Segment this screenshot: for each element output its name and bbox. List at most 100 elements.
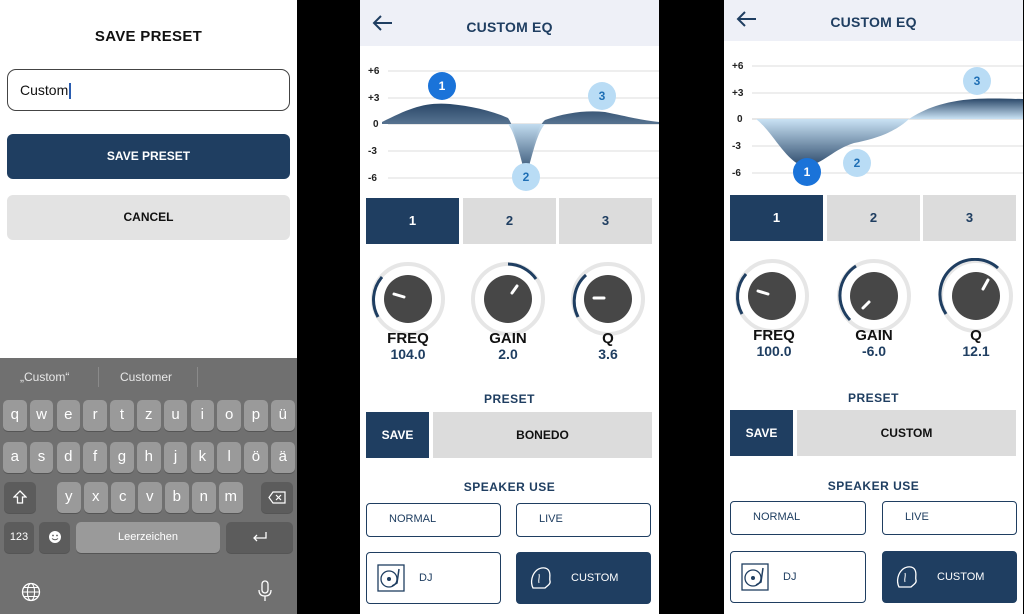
save-preset-button[interactable]: SAVE PRESET — [7, 134, 290, 179]
y-label: -6 — [732, 168, 741, 179]
key-t[interactable]: t — [110, 400, 134, 431]
suggestion-customer[interactable]: Customer — [120, 370, 172, 384]
key-r[interactable]: r — [83, 400, 107, 431]
freq-label: FREQ — [753, 327, 795, 344]
shift-icon — [12, 490, 28, 504]
preset-name-display[interactable]: BONEDO — [433, 412, 652, 458]
suggestion-bar: „Custom“ Customer — [0, 358, 297, 396]
key-g[interactable]: g — [110, 442, 134, 473]
keyboard: „Custom“ Customer qwertzuiopü asdfghjklö… — [0, 358, 297, 614]
key-z[interactable]: z — [137, 400, 161, 431]
key-o[interactable]: o — [217, 400, 241, 431]
turntable-icon — [377, 564, 405, 592]
key-v[interactable]: v — [138, 482, 162, 513]
band-tab-2[interactable]: 2 — [463, 198, 556, 244]
freq-label: FREQ — [387, 330, 429, 347]
key-u[interactable]: u — [163, 400, 188, 431]
silhouette-icon — [530, 567, 551, 589]
normal-button[interactable]: NORMAL — [366, 503, 501, 537]
gain-value: 2.0 — [498, 346, 518, 362]
band-tab-2[interactable]: 2 — [827, 195, 920, 241]
band-tab-3[interactable]: 3 — [923, 195, 1016, 241]
key-x[interactable]: x — [84, 482, 108, 513]
live-button[interactable]: LIVE — [516, 503, 651, 537]
key-m[interactable]: m — [219, 482, 243, 513]
gain-knob[interactable] — [836, 258, 912, 334]
key-i[interactable]: i — [190, 400, 215, 431]
custom-button[interactable]: CUSTOM — [882, 551, 1017, 603]
gain-knob[interactable] — [470, 261, 546, 337]
return-key[interactable] — [226, 522, 293, 553]
normal-button[interactable]: NORMAL — [730, 501, 866, 535]
key-d[interactable]: d — [56, 442, 81, 473]
key-h[interactable]: h — [137, 442, 161, 473]
save-button[interactable]: SAVE — [730, 410, 793, 456]
key-w[interactable]: w — [29, 400, 54, 431]
y-label: +6 — [368, 66, 380, 77]
key-k[interactable]: k — [190, 442, 215, 473]
key-c[interactable]: c — [111, 482, 135, 513]
globe-icon[interactable] — [21, 582, 41, 602]
delete-key[interactable] — [261, 482, 293, 513]
dj-button[interactable]: DJ — [730, 551, 866, 603]
silhouette-icon — [896, 566, 917, 588]
key-b[interactable]: b — [165, 482, 189, 513]
page-title: CUSTOM EQ — [466, 19, 553, 35]
live-button[interactable]: LIVE — [882, 501, 1017, 535]
eq-point-1[interactable]: 1 — [428, 72, 456, 100]
band-tab-3[interactable]: 3 — [559, 198, 652, 244]
key-p[interactable]: p — [244, 400, 268, 431]
suggestion-divider — [98, 367, 99, 387]
band-tab-1[interactable]: 1 — [730, 195, 823, 241]
numbers-key[interactable]: 123 — [4, 522, 34, 553]
band-tab-1[interactable]: 1 — [366, 198, 459, 244]
key-ü[interactable]: ü — [271, 400, 295, 431]
key-y[interactable]: y — [57, 482, 81, 513]
custom-button[interactable]: CUSTOM — [516, 552, 651, 604]
key-n[interactable]: n — [192, 482, 216, 513]
q-label: Q — [602, 330, 614, 347]
save-button[interactable]: SAVE — [366, 412, 429, 458]
header-bar: CUSTOM EQ — [360, 0, 659, 46]
dj-button[interactable]: DJ — [366, 552, 501, 604]
eq-point-2[interactable]: 2 — [512, 163, 540, 191]
preset-name-display[interactable]: CUSTOM — [797, 410, 1016, 456]
key-f[interactable]: f — [83, 442, 107, 473]
space-key[interactable]: Leerzeichen — [76, 522, 220, 553]
q-value: 12.1 — [962, 343, 990, 359]
shift-key[interactable] — [4, 482, 36, 513]
y-label: -6 — [368, 173, 377, 184]
eq-point-1[interactable]: 1 — [793, 158, 821, 186]
key-ö[interactable]: ö — [244, 442, 268, 473]
key-ä[interactable]: ä — [271, 442, 295, 473]
preset-name-input[interactable]: Custom — [7, 69, 290, 111]
key-j[interactable]: j — [163, 442, 188, 473]
backspace-icon — [268, 491, 286, 504]
y-label: 0 — [373, 119, 379, 130]
key-l[interactable]: l — [217, 442, 241, 473]
key-s[interactable]: s — [29, 442, 54, 473]
microphone-icon[interactable] — [257, 580, 273, 602]
key-a[interactable]: a — [3, 442, 27, 473]
cancel-button[interactable]: CANCEL — [7, 195, 290, 240]
emoji-icon — [48, 531, 61, 543]
custom-eq-screen-left: CUSTOM EQ +6 +3 0 -3 -6 1 2 3 1 2 3 FREQ… — [360, 0, 659, 614]
emoji-key[interactable] — [39, 522, 70, 553]
eq-point-3[interactable]: 3 — [963, 67, 991, 95]
suggestion-quoted[interactable]: „Custom“ — [20, 370, 69, 384]
key-q[interactable]: q — [3, 400, 27, 431]
q-label: Q — [970, 327, 982, 344]
dj-label: DJ — [783, 571, 797, 583]
key-row-1: qwertzuiopü — [0, 400, 297, 431]
q-knob[interactable] — [938, 258, 1014, 334]
key-e[interactable]: e — [56, 400, 81, 431]
q-knob[interactable] — [570, 261, 646, 337]
save-preset-screen: SAVE PRESET Custom SAVE PRESET CANCEL „C… — [0, 0, 297, 614]
freq-knob[interactable] — [734, 258, 810, 334]
y-label: 0 — [737, 114, 743, 125]
eq-point-2[interactable]: 2 — [843, 149, 871, 177]
freq-knob[interactable] — [370, 261, 446, 337]
eq-point-3[interactable]: 3 — [588, 82, 616, 110]
key-row-3: yxcvbnm — [0, 482, 297, 513]
band-selector: 1 2 3 — [730, 195, 1016, 241]
